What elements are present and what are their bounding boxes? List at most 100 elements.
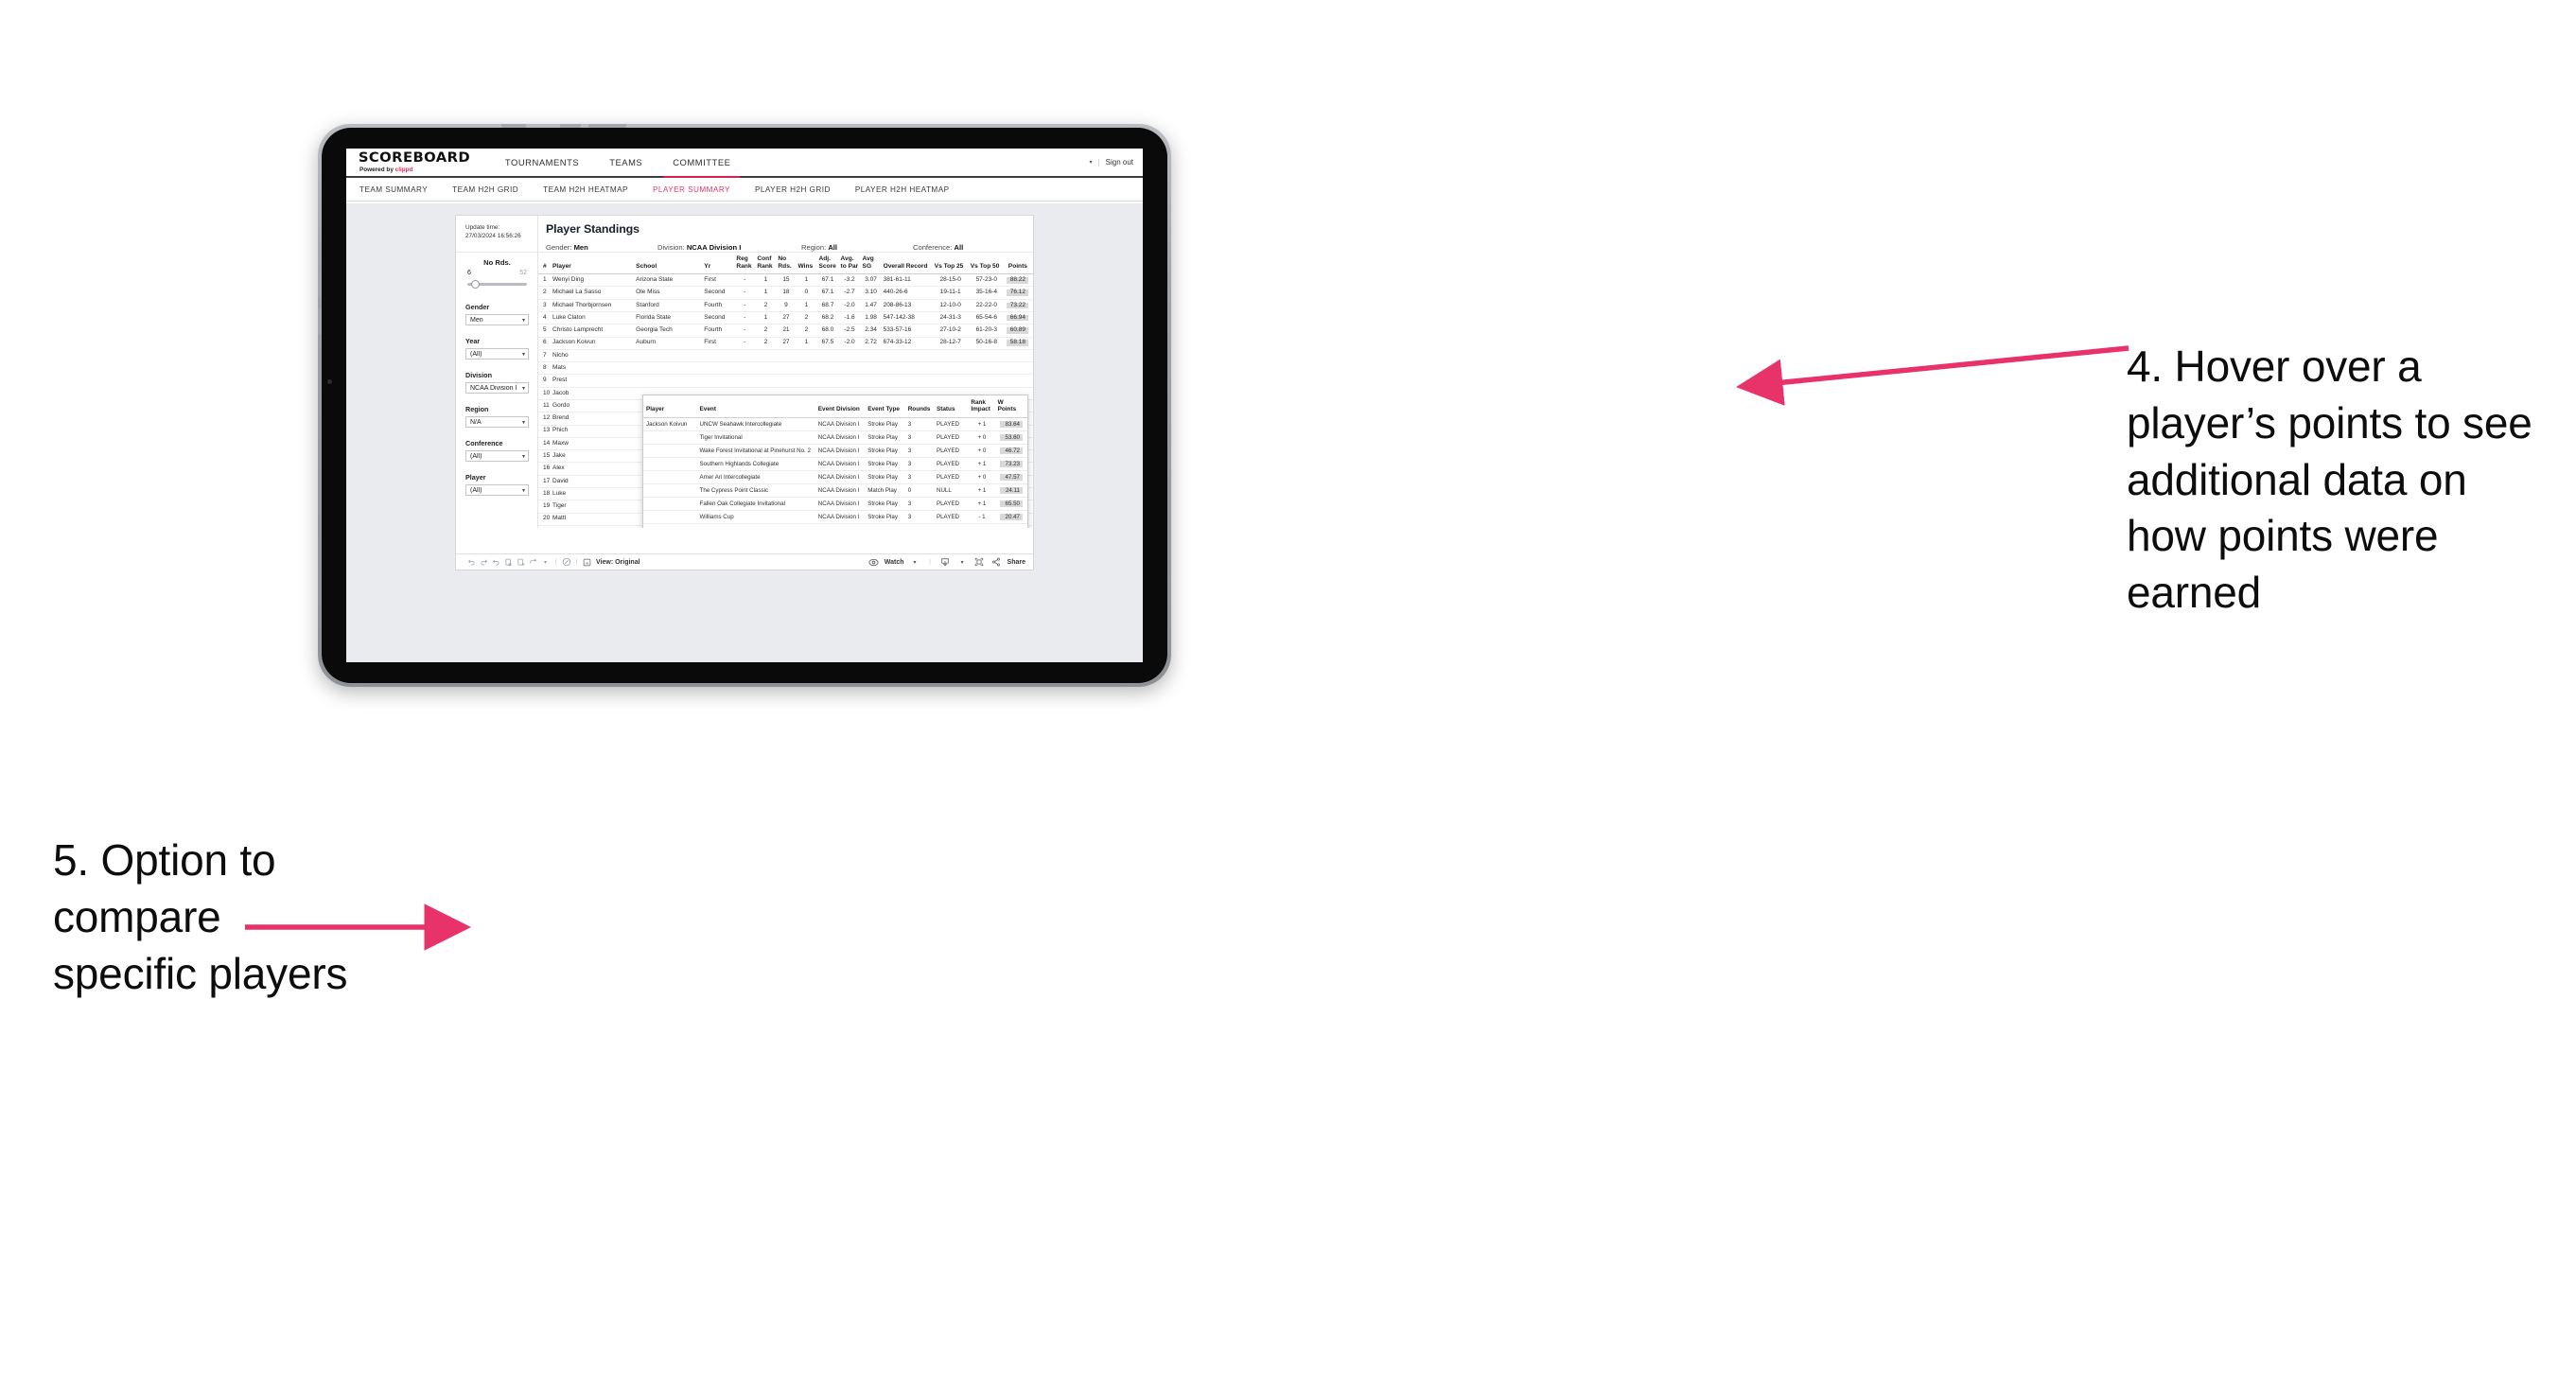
- tt-col-event-division: Event Division: [815, 395, 866, 418]
- top-nav-tournaments[interactable]: TOURNAMENTS: [490, 149, 594, 176]
- top-nav-committee[interactable]: COMMITTEE: [657, 149, 745, 178]
- view-original-label[interactable]: View: Original: [596, 559, 640, 566]
- cell-yr: [702, 361, 735, 376]
- tt-cell-event-division: NCAA Division I: [815, 470, 866, 485]
- col-overall-record[interactable]: Overall Record: [881, 253, 933, 275]
- table-row[interactable]: 2 Michael La Sasso Ole Miss Second -1 18 0 67.1…: [538, 286, 1033, 300]
- cell-points[interactable]: 58.18: [1004, 337, 1033, 350]
- cell-points[interactable]: 66.94: [1004, 311, 1033, 325]
- fullscreen-icon[interactable]: [973, 557, 986, 567]
- subnav-team-h2h-heatmap[interactable]: TEAM H2H HEATMAP: [543, 185, 628, 194]
- col-vs-top-25[interactable]: Vs Top 25: [932, 253, 969, 275]
- table-row[interactable]: 6 Jackson Koivun Auburn First -2 27 1 67.5 -2.0 2…: [538, 337, 1033, 350]
- col-school[interactable]: School: [634, 253, 703, 275]
- subnav-team-h2h-grid[interactable]: TEAM H2H GRID: [452, 185, 518, 194]
- cell-adj-score: 67.1: [816, 286, 839, 300]
- table-row[interactable]: 8 Mats: [538, 361, 1033, 376]
- filter-conference-select[interactable]: (All) ▾: [465, 450, 529, 462]
- points-value[interactable]: 60.89: [1007, 327, 1028, 334]
- points-value[interactable]: 66.94: [1007, 314, 1028, 322]
- col-reg-rank[interactable]: Reg Rank: [734, 253, 756, 275]
- export-dropdown-caret-icon[interactable]: ▾: [539, 559, 552, 566]
- share-icon[interactable]: [990, 557, 1003, 567]
- watch-label[interactable]: Watch: [885, 559, 904, 566]
- points-value[interactable]: 88.22: [1007, 277, 1028, 284]
- col-no-rds[interactable]: No Rds.: [776, 253, 797, 275]
- slider-handle[interactable]: [471, 279, 480, 289]
- tablet-device: SCOREBOARD Powered by clippd TOURNAMENTS…: [318, 124, 1171, 687]
- cell-points[interactable]: [1004, 349, 1033, 363]
- col-wins[interactable]: Wins: [796, 253, 817, 275]
- table-row[interactable]: 4 Luke Claton Florida State Second -1 27 2 68.2…: [538, 311, 1033, 325]
- redo-icon[interactable]: [478, 558, 490, 567]
- cell-points[interactable]: 88.22: [1004, 273, 1033, 288]
- filter-player-select[interactable]: (All) ▾: [465, 484, 529, 496]
- app-logo[interactable]: SCOREBOARD Powered by clippd: [359, 151, 470, 174]
- cell-player: Luke: [551, 487, 635, 501]
- watch-eye-icon[interactable]: [867, 558, 880, 567]
- cell-points[interactable]: 73.22: [1004, 299, 1033, 313]
- table-row[interactable]: 5 Christo Lamprecht Georgia Tech Fourth -2 21…: [538, 324, 1033, 338]
- col-avg-to-par[interactable]: Avg. to Par: [838, 253, 861, 275]
- subnav-team-summary[interactable]: TEAM SUMMARY: [359, 185, 428, 194]
- download-caret-icon[interactable]: ▾: [956, 559, 969, 566]
- top-nav-teams[interactable]: TEAMS: [594, 149, 657, 176]
- account-chevron-down-icon[interactable]: ▾: [1090, 159, 1093, 166]
- cell-points[interactable]: 60.89: [1004, 324, 1033, 338]
- refresh-icon[interactable]: [502, 558, 515, 567]
- subnav-player-summary[interactable]: PLAYER SUMMARY: [653, 185, 730, 194]
- col-yr[interactable]: Yr: [702, 253, 735, 275]
- col-player[interactable]: Player: [551, 253, 635, 275]
- toolbar-right-group: Watch ▾ | ▾ Share: [867, 557, 1025, 567]
- col-rank[interactable]: #: [538, 253, 552, 275]
- w-points-value: 73.23: [1000, 461, 1023, 468]
- points-value[interactable]: 73.22: [1007, 302, 1028, 309]
- cell-points[interactable]: [1004, 374, 1033, 388]
- tt-cell-player: [643, 444, 697, 459]
- cell-points[interactable]: 76.12: [1004, 286, 1033, 300]
- table-row[interactable]: 3 Michael Thorbjornsen Stanford Fourth -2 9 1 6…: [538, 299, 1033, 313]
- share-label[interactable]: Share: [1008, 559, 1025, 566]
- cell-player: Christo Lamprecht: [551, 324, 635, 338]
- standings-table-wrap[interactable]: # Player School Yr Reg Rank Conf Rank No…: [538, 252, 1033, 528]
- sign-out-link[interactable]: Sign out: [1106, 158, 1133, 167]
- no-rounds-slider[interactable]: [465, 279, 529, 289]
- pause-icon[interactable]: [515, 558, 527, 567]
- col-avg-sg[interactable]: Avg SG: [860, 253, 882, 275]
- tt-cell-w-points: 24.11: [994, 483, 1027, 499]
- points-value[interactable]: 76.12: [1007, 289, 1028, 296]
- subnav-player-h2h-grid[interactable]: PLAYER H2H GRID: [755, 185, 831, 194]
- undo-icon[interactable]: [465, 558, 478, 567]
- logo-powered-by: Powered by: [359, 167, 395, 174]
- filter-region-select[interactable]: N/A ▾: [465, 416, 529, 428]
- table-row[interactable]: 9 Prest: [538, 374, 1033, 388]
- col-vs-top-50[interactable]: Vs Top 50: [968, 253, 1005, 275]
- update-time-label: Update time:: [465, 224, 500, 231]
- subnav-player-h2h-heatmap[interactable]: PLAYER H2H HEATMAP: [855, 185, 950, 194]
- cell-points[interactable]: [1004, 361, 1033, 376]
- cell-reg-rank: -: [734, 337, 756, 350]
- col-points[interactable]: Points: [1004, 253, 1033, 275]
- tt-cell-player: [643, 523, 697, 528]
- col-adj-score[interactable]: Adj. Score: [816, 253, 839, 275]
- watch-caret-icon[interactable]: ▾: [909, 559, 921, 566]
- cell-overall-record: 547-142-38: [881, 311, 933, 325]
- w-points-value: 83.64: [1000, 420, 1023, 428]
- cell-no-rds: [776, 374, 797, 388]
- download-icon[interactable]: [939, 557, 952, 567]
- pause-auto-update-icon[interactable]: [560, 557, 572, 567]
- table-row[interactable]: 1 Wenyi Ding Arizona State First -1 15 1 67.1 -3…: [538, 273, 1033, 288]
- table-row[interactable]: 7 Nicho: [538, 349, 1033, 363]
- points-value[interactable]: 58.18: [1007, 340, 1028, 346]
- filter-division-select[interactable]: NCAA Division I ▾: [465, 382, 529, 394]
- export-icon[interactable]: [527, 558, 539, 567]
- tt-cell-w-points: 25.98: [994, 523, 1027, 528]
- revert-icon[interactable]: [490, 558, 502, 567]
- tt-cell-w-points: 47.57: [994, 470, 1027, 485]
- col-conf-rank[interactable]: Conf Rank: [755, 253, 777, 275]
- view-original-icon[interactable]: a: [581, 558, 593, 567]
- filter-gender-select[interactable]: Men ▾: [465, 314, 529, 325]
- filter-year-select[interactable]: (All) ▾: [465, 348, 529, 360]
- summary-region-label: Region:: [801, 243, 827, 252]
- tt-cell-rounds: 3: [904, 417, 934, 431]
